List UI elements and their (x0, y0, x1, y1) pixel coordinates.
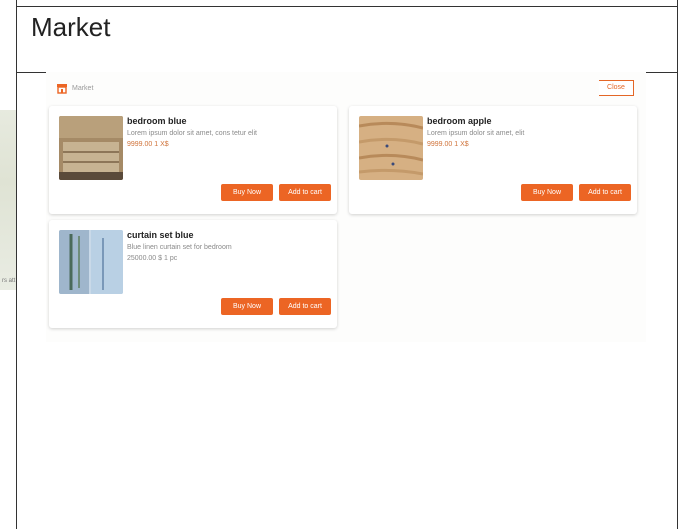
title-rule-left (16, 72, 46, 73)
product-description: Lorem ipsum dolor sit amet, cons tetur e… (127, 130, 257, 137)
wooden-furniture-photo (59, 116, 123, 180)
product-price: 9999.00 1 X$ (427, 141, 469, 148)
product-card: bedroom apple Lorem ipsum dolor sit amet… (349, 106, 637, 214)
product-price: 9999.00 1 X$ (127, 141, 169, 148)
add-to-cart-button[interactable]: Add to cart (279, 298, 331, 315)
add-to-cart-button[interactable]: Add to cart (579, 184, 631, 201)
page-title: Market (31, 12, 111, 42)
map-thumbnail: rs att (0, 110, 16, 290)
frame-left-border (16, 0, 17, 529)
close-button[interactable]: Close (599, 80, 634, 96)
product-description: Lorem ipsum dolor sit amet, elit (427, 130, 525, 137)
product-name: bedroom apple (427, 116, 492, 126)
product-card: bedroom blue Lorem ipsum dolor sit amet,… (49, 106, 337, 214)
buy-now-button[interactable]: Buy Now (221, 184, 273, 201)
title-rule-right (646, 72, 678, 73)
panel-header-label: Market (72, 84, 94, 92)
market-panel: Market Close bedroom blue Lorem ipsum do… (46, 72, 646, 342)
product-description: Blue linen curtain set for bedroom (127, 244, 232, 251)
panel-header: Market (56, 78, 93, 98)
curtain-photo (59, 230, 123, 294)
buy-now-button[interactable]: Buy Now (221, 298, 273, 315)
product-name: curtain set blue (127, 230, 194, 240)
frame-right-border (677, 0, 678, 529)
add-to-cart-button[interactable]: Add to cart (279, 184, 331, 201)
map-thumbnail-caption: rs att (2, 278, 16, 284)
buy-now-button[interactable]: Buy Now (521, 184, 573, 201)
product-price: 25000.00 $ 1 pc (127, 255, 178, 262)
frame-top-border (16, 6, 678, 7)
product-name: bedroom blue (127, 116, 187, 126)
store-icon (57, 84, 67, 94)
product-card: curtain set blue Blue linen curtain set … (49, 220, 337, 328)
wood-panel-photo (359, 116, 423, 180)
